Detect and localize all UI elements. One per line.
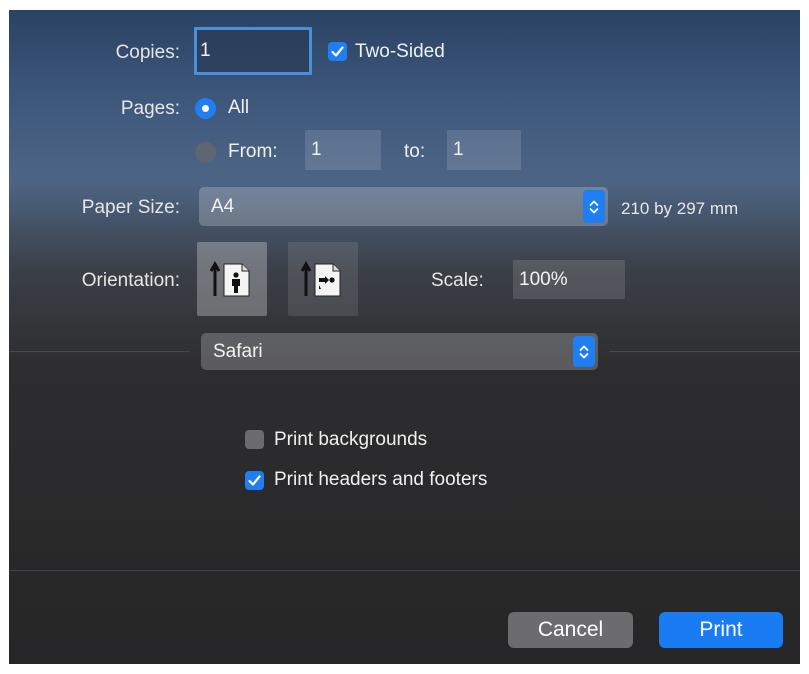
- print-button[interactable]: Print: [659, 612, 783, 648]
- pages-from-radio[interactable]: [195, 142, 216, 163]
- portrait-orientation-icon: [209, 260, 250, 297]
- orientation-label: Orientation:: [81, 270, 180, 291]
- paper-size-label: Paper Size:: [81, 197, 180, 218]
- print-headers-footers-label: Print headers and footers: [274, 469, 488, 490]
- pages-from-label: From:: [228, 141, 278, 162]
- pages-to-label: to:: [404, 141, 426, 162]
- app-options-value: Safari: [213, 340, 263, 362]
- footer-divider: [9, 570, 800, 571]
- two-sided-label: Two-Sided: [355, 41, 445, 62]
- print-backgrounds-label: Print backgrounds: [274, 429, 428, 450]
- scale-label: Scale:: [431, 270, 484, 291]
- print-dialog: Copies: 1 Two-Sided Pages: All From: 1 t…: [9, 10, 800, 664]
- scale-input[interactable]: 100%: [513, 260, 625, 299]
- pages-to-value: 1: [453, 139, 464, 160]
- landscape-orientation-button[interactable]: [288, 242, 358, 316]
- paper-size-value: A4: [211, 195, 235, 217]
- paper-size-dimensions: 210 by 297 mm: [621, 199, 739, 218]
- pages-all-label: All: [228, 97, 250, 118]
- app-options-popup[interactable]: Safari: [201, 333, 598, 370]
- copies-label: Copies:: [115, 42, 180, 63]
- pages-from-value: 1: [311, 139, 322, 160]
- portrait-orientation-button[interactable]: [197, 242, 267, 316]
- up-down-chevron-icon: [573, 336, 595, 367]
- checkmark-icon: [331, 46, 344, 57]
- up-down-chevron-icon: [583, 190, 605, 223]
- print-backgrounds-checkbox[interactable]: [245, 430, 264, 449]
- pages-label: Pages:: [120, 98, 180, 119]
- scale-value: 100%: [519, 268, 568, 290]
- checkmark-icon: [248, 475, 261, 486]
- copies-value: 1: [200, 40, 211, 61]
- landscape-orientation-icon: [300, 260, 341, 297]
- print-headers-footers-checkbox[interactable]: [245, 471, 264, 490]
- section-divider-left: [9, 351, 189, 352]
- copies-input[interactable]: 1: [194, 27, 312, 75]
- paper-size-popup[interactable]: A4: [199, 187, 608, 226]
- pages-to-input[interactable]: 1: [447, 130, 521, 170]
- two-sided-checkbox[interactable]: [328, 42, 347, 61]
- section-divider-right: [609, 351, 800, 352]
- pages-all-radio[interactable]: [195, 98, 216, 119]
- pages-from-input[interactable]: 1: [305, 130, 381, 170]
- cancel-button[interactable]: Cancel: [508, 612, 633, 648]
